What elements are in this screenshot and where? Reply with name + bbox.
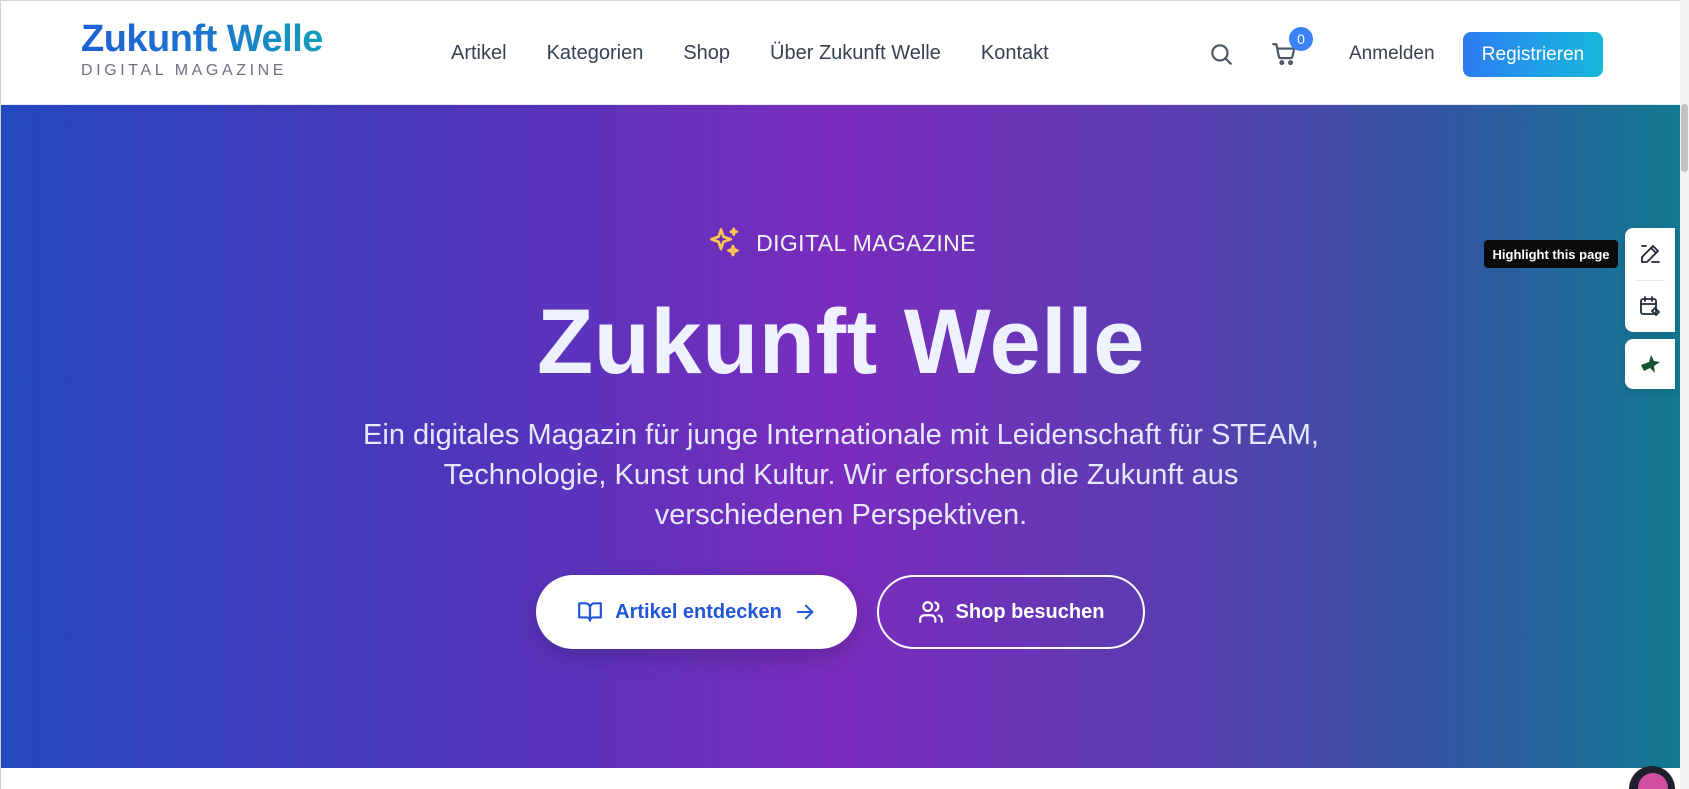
hero-eyebrow-label: DIGITAL MAGAZINE — [756, 229, 976, 256]
main-nav: Artikel Kategorien Shop Über Zukunft Wel… — [451, 39, 1049, 67]
scrollbar-thumb[interactable] — [1681, 104, 1688, 172]
highlight-pen-icon[interactable] — [1638, 242, 1662, 266]
visit-shop-button[interactable]: Shop besuchen — [877, 575, 1145, 649]
hero-title: Zukunft Welle — [537, 291, 1145, 393]
nav-item-kategorien[interactable]: Kategorien — [547, 39, 644, 67]
search-button[interactable] — [1206, 39, 1236, 69]
calendar-edit-icon[interactable] — [1638, 294, 1662, 318]
nav-item-kontakt[interactable]: Kontakt — [981, 39, 1049, 67]
browser-viewport: Zukunft Welle DIGITAL MAGAZINE Artikel K… — [0, 0, 1680, 789]
login-link[interactable]: Anmelden — [1349, 41, 1435, 67]
highlight-tooltip: Highlight this page — [1484, 240, 1618, 268]
extension-button[interactable] — [1625, 339, 1675, 389]
register-button[interactable]: Registrieren — [1463, 32, 1603, 77]
site-header: Zukunft Welle DIGITAL MAGAZINE Artikel K… — [1, 1, 1680, 105]
discover-articles-button[interactable]: Artikel entdecken — [536, 575, 857, 649]
extension-logo-icon — [1641, 355, 1660, 373]
hero-section: DIGITAL MAGAZINE Zukunft Welle Ein digit… — [1, 105, 1680, 768]
cart-count-badge: 0 — [1289, 27, 1313, 51]
brand-logo[interactable]: Zukunft Welle DIGITAL MAGAZINE — [81, 17, 323, 81]
discover-articles-label: Artikel entdecken — [615, 600, 782, 623]
hero-eyebrow: DIGITAL MAGAZINE — [1, 225, 1680, 261]
arrow-right-icon — [796, 604, 814, 620]
brand-title: Zukunft Welle — [81, 18, 323, 60]
toolbar-divider — [1635, 280, 1665, 281]
search-icon — [1211, 44, 1232, 65]
visit-shop-label: Shop besuchen — [955, 600, 1105, 623]
nav-item-ueber[interactable]: Über Zukunft Welle — [770, 39, 941, 67]
brand-subtitle: DIGITAL MAGAZINE — [81, 62, 288, 79]
side-toolbar — [1625, 228, 1675, 332]
book-icon — [578, 602, 603, 622]
nav-item-artikel[interactable]: Artikel — [451, 39, 507, 67]
users-icon — [918, 601, 943, 623]
sparkles-icon — [709, 227, 739, 257]
hero-description: Ein digitales Magazin für junge Internat… — [363, 419, 1319, 531]
nav-item-shop[interactable]: Shop — [683, 39, 730, 67]
